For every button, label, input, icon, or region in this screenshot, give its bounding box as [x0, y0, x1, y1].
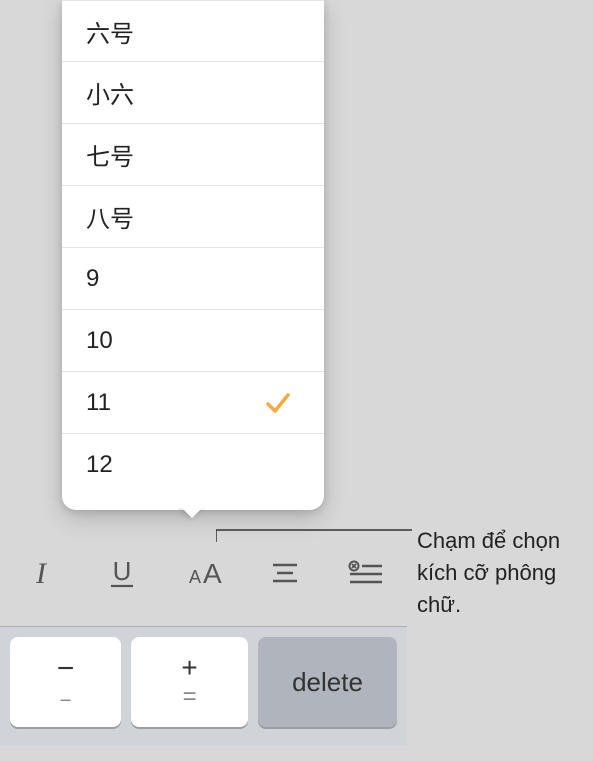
font-size-button[interactable]: A A	[167, 543, 239, 603]
key-delete[interactable]: delete	[258, 637, 397, 727]
svg-text:U: U	[113, 556, 132, 586]
callout-leader-line	[216, 528, 412, 548]
key-minus[interactable]: − −	[10, 637, 121, 727]
key-delete-label: delete	[292, 667, 363, 698]
font-size-option[interactable]: 12	[62, 434, 324, 496]
italic-icon: I	[23, 555, 59, 591]
indent-icon	[346, 555, 386, 591]
indent-button[interactable]	[330, 543, 402, 603]
font-size-label: 12	[86, 451, 113, 479]
font-size-label: 9	[86, 265, 99, 293]
font-size-label: 七号	[86, 137, 134, 172]
keyboard-row: − − + = delete	[0, 626, 407, 746]
key-label: −	[57, 652, 75, 686]
underline-icon: U	[104, 555, 140, 591]
popover-arrow	[178, 508, 206, 522]
font-size-option[interactable]: 10	[62, 310, 324, 372]
italic-button[interactable]: I	[5, 543, 77, 603]
font-size-icon: A A	[179, 555, 227, 591]
key-sublabel: −	[60, 690, 72, 713]
font-size-option[interactable]: 9	[62, 248, 324, 310]
font-size-label: 10	[86, 327, 113, 355]
font-size-option[interactable]: 六号	[62, 0, 324, 62]
checkmark-icon	[264, 389, 292, 417]
callout-text: Chạm để chọn kích cỡ phông chữ.	[417, 525, 585, 621]
key-equals-label: =	[183, 684, 197, 710]
font-size-option[interactable]: 小六	[62, 62, 324, 124]
font-size-popover: 六号 小六 七号 八号 9 10 11 12	[62, 0, 324, 510]
key-plus-equals[interactable]: + =	[131, 637, 248, 727]
font-size-option-selected[interactable]: 11	[62, 372, 324, 434]
font-size-label: 小六	[86, 75, 134, 110]
font-size-label: 八号	[86, 199, 134, 234]
align-icon	[267, 555, 303, 591]
svg-text:A: A	[189, 567, 201, 587]
align-button[interactable]	[249, 543, 321, 603]
font-size-option[interactable]: 八号	[62, 186, 324, 248]
svg-text:I: I	[35, 557, 48, 590]
underline-button[interactable]: U	[86, 543, 158, 603]
key-plus-label: +	[181, 653, 197, 684]
font-size-label: 11	[86, 389, 111, 417]
svg-text:A: A	[203, 558, 222, 589]
font-size-label: 六号	[86, 14, 134, 49]
font-size-option[interactable]: 七号	[62, 124, 324, 186]
